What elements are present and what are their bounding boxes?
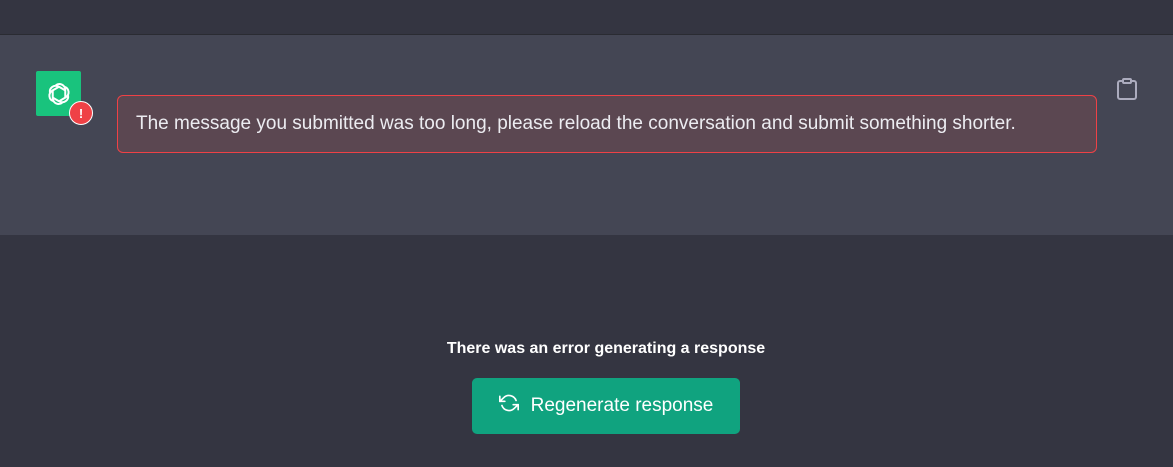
error-message-box: The message you submitted was too long, …	[117, 95, 1097, 153]
clipboard-icon[interactable]	[1115, 76, 1139, 102]
refresh-icon	[498, 393, 519, 419]
error-notice: There was an error generating a response	[446, 340, 766, 357]
top-bar	[0, 0, 1173, 35]
error-exclamation-icon: !	[69, 101, 93, 125]
error-message-text: The message you submitted was too long, …	[136, 113, 1016, 134]
regenerate-button[interactable]: Regenerate response	[472, 378, 740, 434]
regenerate-button-label: Regenerate response	[530, 395, 714, 416]
assistant-message-row: ! The message you submitted was too long…	[0, 35, 1173, 235]
